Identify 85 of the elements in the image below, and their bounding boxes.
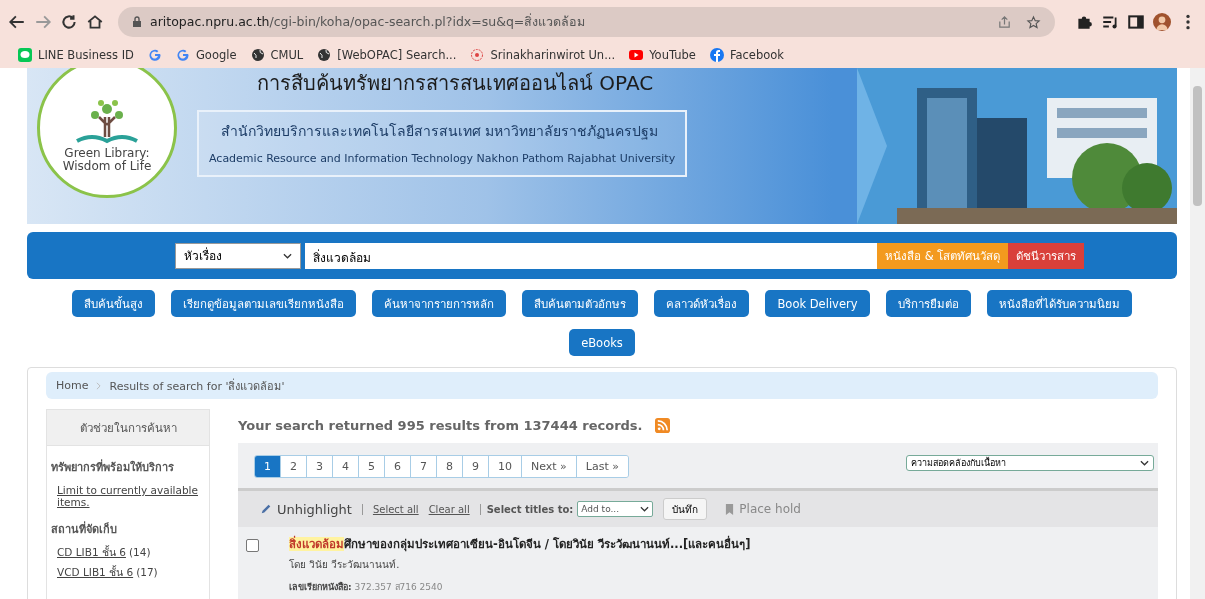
bookmark[interactable]: Srinakharinwirot Un... (470, 48, 616, 62)
page-link[interactable]: 2 (281, 456, 307, 477)
unhighlight-button[interactable]: Unhighlight (260, 501, 352, 517)
rss-icon[interactable] (654, 417, 670, 433)
bookmark[interactable]: YouTube (629, 48, 696, 62)
address-bar[interactable]: aritopac.npru.ac.th/cgi-bin/koha/opac-search.pl?idx=su&q=สิ่งแวดล้อม (118, 7, 1055, 37)
save-button[interactable]: บันทึก (663, 498, 708, 520)
scrollbar[interactable] (1190, 68, 1205, 599)
nav-button[interactable]: ค้นหาจากรายการหลัก (372, 290, 507, 317)
page-link[interactable]: 8 (437, 456, 463, 477)
reload-icon[interactable] (60, 13, 78, 31)
logo-text: Wisdom of Life (62, 160, 152, 173)
bookmark-icon (725, 503, 735, 515)
play-icon (629, 48, 644, 62)
nav-button[interactable]: สืบค้นตามตัวอักษร (522, 290, 639, 317)
breadcrumb-text: Results of search for 'สิ่งแวดล้อม' (109, 377, 285, 395)
results-summary: Your search returned 995 results from 137444 records. (238, 417, 643, 433)
index-select[interactable]: หัวเรื่อง (175, 242, 301, 269)
sidebar-title: ตัวช่วยในการค้นหา (47, 410, 209, 446)
chevron-down-icon (283, 252, 292, 259)
side-panel-icon[interactable] (1127, 13, 1145, 31)
sort-select[interactable]: ความสอดคล้องกับเนื้อหา (906, 455, 1154, 471)
bookmark[interactable]: Google (175, 48, 237, 62)
facet-count: (17) (136, 566, 158, 578)
bookmark[interactable] (147, 48, 162, 62)
avatar-icon[interactable] (1153, 13, 1171, 31)
clear-all-link[interactable]: Clear all (428, 503, 470, 515)
chevron-down-icon (640, 506, 650, 512)
nav-button[interactable]: eBooks (569, 329, 635, 356)
page-link[interactable]: Last » (576, 456, 628, 477)
nav-button[interactable]: เรียกดูข้อมูลตามเลขเรียกหนังสือ (171, 290, 357, 317)
pencil-icon (260, 503, 272, 515)
search-field[interactable]: สิ่งแวดล้อม (305, 242, 877, 269)
nav-button[interactable]: สืบค้นขั้นสูง (72, 290, 156, 317)
nav-button[interactable]: บริการยืมต่อ (885, 290, 971, 317)
page-link[interactable]: 7 (411, 456, 437, 477)
chat-bubble-icon (18, 48, 32, 62)
organization-name: สำนักวิทยบริการและเทคโนโลยีสารสนเทศ มหาวิทยาลัยราชภัฏนครปฐม (220, 122, 660, 142)
result-author: โดย วินัย วีระวัฒนานนท์. (289, 558, 401, 572)
letter-f-icon (709, 48, 724, 62)
bookmark[interactable]: [WebOPAC] Search... (317, 48, 457, 62)
result-title[interactable]: สิ่งแวดล้อมศึกษาของกลุ่มประเทศอาเซียน-อินโดจีน / โดยวินัย วีระวัฒนานนท์...[และคนอื่นๆ] (289, 535, 751, 553)
facet-link[interactable]: CD LIB1 ชั้น 6 (57, 546, 126, 558)
breadcrumb-link[interactable]: Home (56, 379, 89, 392)
page-link[interactable]: 4 (333, 456, 359, 477)
bookmark[interactable]: CMUL (250, 48, 304, 62)
chevron-down-icon (1140, 460, 1149, 466)
organization-name-english: Academic Resource and Information Technology Nakhon Pathom Rajabhat University (209, 152, 676, 165)
home-icon[interactable] (86, 13, 104, 31)
page-link[interactable]: 1 (255, 456, 281, 477)
logo-text: Green Library: (64, 147, 150, 160)
page-link[interactable]: 6 (385, 456, 411, 477)
letter-g-icon (147, 48, 162, 62)
bookmark[interactable]: LINE Business ID (18, 48, 134, 62)
page-link[interactable]: Next » (522, 456, 577, 477)
nav-button[interactable]: Book Delivery (765, 290, 870, 317)
page-link[interactable]: 5 (359, 456, 385, 477)
list-select[interactable]: Add to... (577, 501, 654, 517)
result-checkbox[interactable] (246, 539, 259, 552)
lock-icon (132, 16, 142, 28)
facet-heading: สถานที่จัดเก็บ (51, 520, 118, 538)
star-icon[interactable] (1026, 14, 1041, 30)
url-text: aritopac.npru.ac.th/cgi-bin/koha/opac-search.pl?idx=su&q=สิ่งแวดล้อม (150, 12, 587, 31)
facet-link[interactable]: Limit to currently available items. (57, 484, 205, 508)
site-heading: การสืบค้นทรัพยากรสารสนเทศออนไลน์ OPAC (257, 70, 654, 97)
nav-button[interactable]: หนังสือที่ได้รับความนิยม (986, 290, 1132, 317)
facet-link[interactable]: VCD LIB1 ชั้น 6 (57, 566, 134, 578)
select-all-link[interactable]: Select all (372, 503, 419, 515)
share-icon[interactable] (997, 14, 1012, 30)
select-titles-label: Select titles to: (486, 503, 574, 515)
nav-button[interactable]: คลาวด์หัวเรื่อง (654, 290, 750, 317)
page-link[interactable]: 10 (489, 456, 522, 477)
facet-heading: ทรัพยากรที่พร้อมให้บริการ (51, 458, 175, 476)
letter-g-icon (175, 48, 190, 62)
search-button[interactable]: ดัชนีวารสาร (1008, 242, 1085, 269)
chevron-right-icon (96, 381, 102, 390)
ring-icon (470, 48, 485, 62)
call-number: เลขเรียกหนังสือ: 372.357 ส716 2540 (289, 580, 444, 594)
page-link[interactable]: 3 (307, 456, 333, 477)
back-icon[interactable] (8, 13, 26, 31)
page-link[interactable]: 9 (463, 456, 489, 477)
globe-icon (317, 48, 332, 62)
globe-icon (250, 48, 265, 62)
facet-count: (14) (128, 546, 151, 558)
bookmark[interactable]: Facebook (709, 48, 784, 62)
